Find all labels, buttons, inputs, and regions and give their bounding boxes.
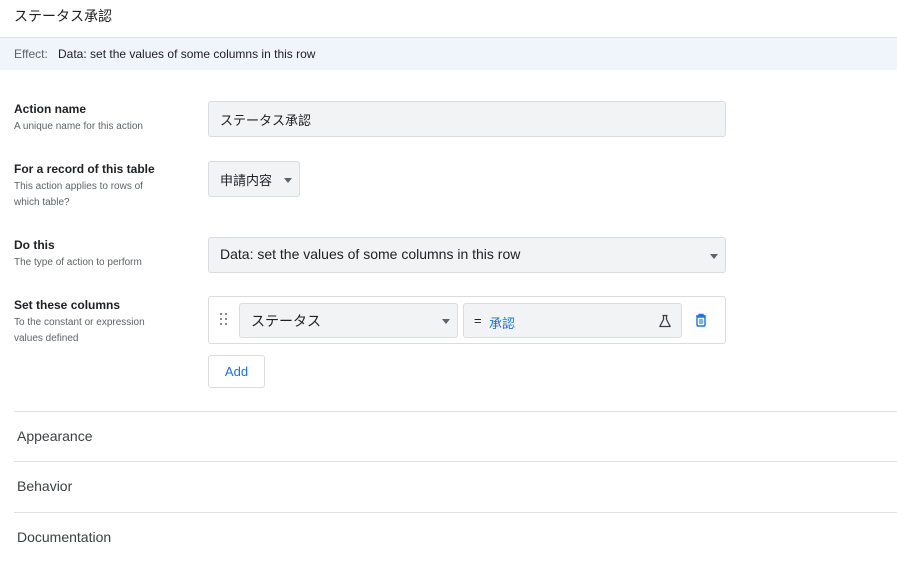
flask-icon[interactable]	[658, 314, 672, 328]
dropdown-caret-icon	[284, 178, 292, 183]
section-documentation[interactable]: Documentation	[14, 512, 897, 563]
section-behavior-label: Behavior	[17, 478, 73, 494]
set-columns-description-line2: values defined	[14, 333, 79, 344]
section-appearance-label: Appearance	[17, 428, 93, 444]
trash-icon[interactable]	[695, 313, 707, 327]
expression-value: 承認	[489, 317, 516, 332]
table-description: This action applies to rows of which tab…	[14, 179, 194, 211]
action-name-label-group: Action name A unique name for this actio…	[14, 102, 194, 135]
action-name-input[interactable]: ステータス承認	[208, 101, 726, 137]
effect-value: Data: set the values of some columns in …	[58, 47, 316, 61]
column-assignment-row: ステータス = 承認	[208, 296, 726, 344]
effect-label: Effect:	[14, 47, 48, 61]
do-this-heading: Do this	[14, 238, 55, 252]
do-this-select-value: Data: set the values of some columns in …	[220, 246, 521, 262]
page-title: ステータス承認	[14, 9, 112, 25]
table-description-line2: which table?	[14, 197, 70, 208]
column-select-value: ステータス	[251, 314, 321, 330]
table-label-group: For a record of this table This action a…	[14, 162, 194, 211]
action-name-description: A unique name for this action	[14, 121, 143, 132]
action-name-value: ステータス承認	[220, 114, 312, 129]
section-documentation-label: Documentation	[17, 529, 112, 545]
column-select[interactable]: ステータス	[239, 303, 458, 338]
expression-operator: =	[474, 313, 482, 328]
set-columns-heading: Set these columns	[14, 298, 121, 312]
dropdown-caret-icon	[442, 319, 450, 324]
table-select[interactable]: 申請内容	[208, 161, 300, 197]
drag-handle-icon[interactable]	[219, 312, 229, 326]
action-name-heading: Action name	[14, 102, 87, 116]
section-behavior[interactable]: Behavior	[14, 461, 897, 512]
do-this-label-group: Do this The type of action to perform	[14, 238, 194, 271]
add-column-button[interactable]: Add	[208, 355, 265, 388]
set-columns-description: To the constant or expression values def…	[14, 315, 194, 347]
expression-input[interactable]: = 承認	[463, 303, 682, 338]
section-appearance[interactable]: Appearance	[14, 411, 897, 462]
title-bar: ステータス承認	[0, 0, 897, 38]
effect-bar: Effect: Data: set the values of some col…	[0, 38, 897, 70]
table-description-line1: This action applies to rows of	[14, 181, 143, 192]
table-heading: For a record of this table	[14, 162, 155, 176]
table-select-value: 申請内容	[220, 174, 273, 189]
do-this-description: The type of action to perform	[14, 257, 142, 268]
dropdown-caret-icon	[710, 254, 718, 259]
set-columns-description-line1: To the constant or expression	[14, 317, 145, 328]
do-this-select[interactable]: Data: set the values of some columns in …	[208, 237, 726, 273]
set-columns-label-group: Set these columns To the constant or exp…	[14, 298, 194, 347]
